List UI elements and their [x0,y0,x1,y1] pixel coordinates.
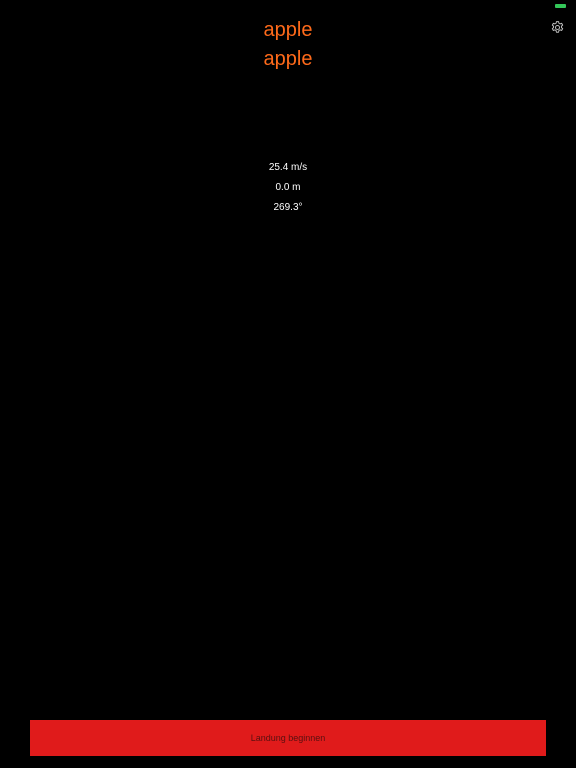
telemetry-readouts: 25.4 m/s 0.0 m 269.3° [0,160,576,220]
title-block: apple apple [0,16,576,74]
title-secondary: apple [263,48,313,70]
begin-landing-button[interactable]: Landung beginnen [30,720,546,756]
begin-landing-label: Landung beginnen [250,733,326,743]
title-primary: apple [263,19,313,41]
heading-readout: 269.3° [273,202,303,213]
altitude-readout: 0.0 m [275,182,301,193]
app-screen: apple apple 25.4 m/s 0.0 m 269.3° Landun… [0,0,576,768]
battery-indicator [555,4,566,8]
speed-readout: 25.4 m/s [268,162,308,173]
